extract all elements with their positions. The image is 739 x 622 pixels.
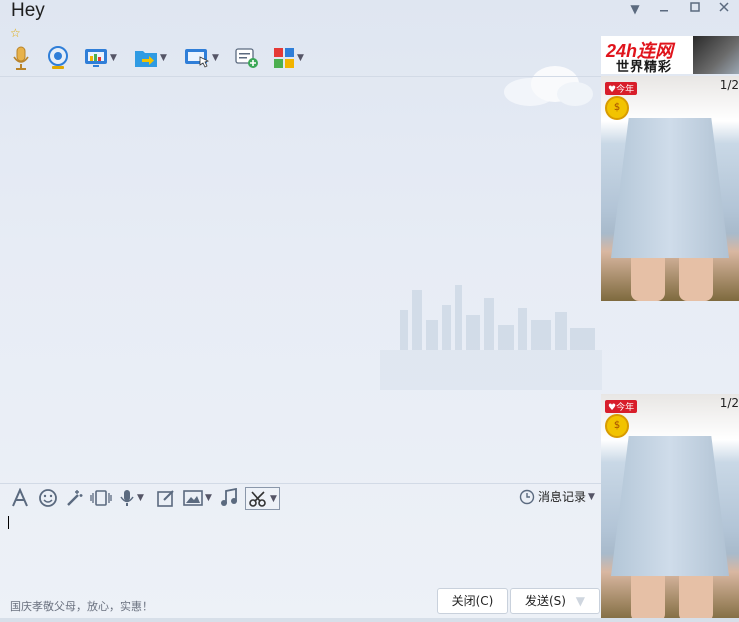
skirt-image <box>611 118 729 258</box>
clock-icon <box>519 489 535 504</box>
magic-wand-icon[interactable] <box>64 486 84 510</box>
star-icon[interactable]: ☆ <box>10 26 21 40</box>
promo-tag: ♥今年 <box>605 400 638 413</box>
chevron-down-icon[interactable]: ▼ <box>297 53 304 63</box>
skirt-image <box>611 436 729 576</box>
chevron-down-icon[interactable]: ▼ <box>137 493 144 503</box>
product-photo[interactable]: ♥今年 $ 1/2 <box>601 394 739 622</box>
emoji-icon[interactable] <box>38 486 58 510</box>
text-cursor <box>8 516 9 529</box>
leg-image <box>679 258 713 301</box>
webcam-icon[interactable] <box>46 44 70 72</box>
chevron-down-icon[interactable]: ▼ <box>588 492 595 502</box>
medal-icon: $ <box>605 414 629 438</box>
chevron-down-icon[interactable]: ▼ <box>212 53 219 63</box>
medal-icon: $ <box>605 96 629 120</box>
chat-title: Hey <box>11 0 45 21</box>
chevron-down-icon[interactable]: ▼ <box>110 53 117 63</box>
chevron-down-icon[interactable]: ▼ <box>205 493 212 503</box>
minimize-icon[interactable] <box>653 0 675 18</box>
send-label: 发送(S) <box>524 594 566 608</box>
leg-image <box>631 258 665 301</box>
promo-tag: ♥今年 <box>605 82 638 95</box>
voice-message-icon[interactable]: ▼ <box>119 486 144 510</box>
chevron-down-icon[interactable]: ▼ <box>270 494 277 504</box>
leg-image <box>631 576 665 622</box>
window-bottom-border <box>0 618 739 622</box>
ad-hint-text[interactable]: 国庆孝敬父母，放心，实惠！ <box>10 598 153 614</box>
apps-icon[interactable]: ▼ <box>273 44 304 72</box>
remote-desktop-icon[interactable]: ▼ <box>184 44 219 72</box>
chat-window: Hey ☆ ▼ ▼ ▼ ▼ ▼ 24h连网 世界精彩 ♥今年 $ 1/2 ♥今年… <box>0 0 739 622</box>
send-button[interactable]: 发送(S) ▼ <box>510 588 600 614</box>
cloud-decoration <box>504 66 593 106</box>
music-icon[interactable] <box>220 486 238 510</box>
close-icon[interactable] <box>713 0 735 18</box>
history-label: 消息记录 <box>538 490 587 504</box>
input-divider <box>0 483 601 484</box>
toolbar-divider <box>0 76 601 77</box>
file-transfer-icon[interactable]: ▼ <box>134 44 167 72</box>
dropdown-menu-icon[interactable]: ▼ <box>624 0 646 18</box>
ad-banner[interactable]: 24h连网 世界精彩 <box>601 36 739 75</box>
close-button[interactable]: 关闭(C) <box>437 588 508 614</box>
edit-image-icon[interactable] <box>156 486 176 510</box>
slide-counter: 1/2 <box>719 78 739 92</box>
screen-share-icon[interactable]: ▼ <box>84 44 117 72</box>
chevron-down-icon[interactable]: ▼ <box>160 53 167 63</box>
message-history-button[interactable]: 消息记录 ▼ <box>519 488 595 505</box>
ad-subline: 世界精彩 <box>616 60 673 75</box>
send-options-chevron-icon[interactable]: ▼ <box>576 594 585 608</box>
maximize-icon[interactable] <box>684 0 706 18</box>
shake-icon[interactable] <box>90 486 112 510</box>
microphone-icon[interactable] <box>10 44 32 72</box>
slide-counter: 1/2 <box>719 396 739 410</box>
product-photo[interactable]: ♥今年 $ 1/2 <box>601 76 739 301</box>
city-skyline-decoration <box>380 285 602 390</box>
leg-image <box>679 576 713 622</box>
font-icon[interactable] <box>10 486 30 510</box>
new-chat-icon[interactable] <box>235 44 259 72</box>
screenshot-scissors-icon[interactable]: ▼ <box>245 487 280 510</box>
ad-car-image <box>693 36 739 74</box>
image-icon[interactable]: ▼ <box>183 486 212 510</box>
